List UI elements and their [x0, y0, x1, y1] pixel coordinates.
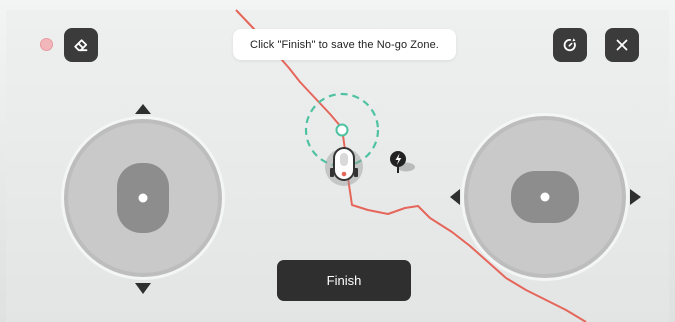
recording-indicator	[40, 38, 53, 51]
right-arrow-icon	[630, 189, 641, 205]
zone-center-handle[interactable]	[335, 123, 349, 137]
instruction-toast: Click "Finish" to save the No-go Zone.	[233, 29, 456, 60]
charging-station-icon	[390, 151, 415, 173]
close-button[interactable]	[605, 28, 639, 62]
left-joystick[interactable]	[61, 104, 225, 294]
finish-button[interactable]: Finish	[277, 260, 411, 301]
eraser-icon	[74, 39, 88, 52]
right-joystick[interactable]	[450, 113, 641, 281]
up-arrow-icon	[135, 104, 151, 114]
eraser-button[interactable]	[64, 28, 98, 62]
left-arrow-icon	[450, 189, 460, 205]
finish-button-label: Finish	[326, 273, 362, 288]
close-icon	[616, 39, 628, 51]
down-arrow-icon	[135, 283, 151, 294]
rotate-icon	[563, 38, 576, 52]
mower-robot-icon	[325, 147, 363, 186]
toast-message: Click "Finish" to save the No-go Zone.	[250, 38, 439, 51]
rotate-button[interactable]	[553, 28, 587, 62]
